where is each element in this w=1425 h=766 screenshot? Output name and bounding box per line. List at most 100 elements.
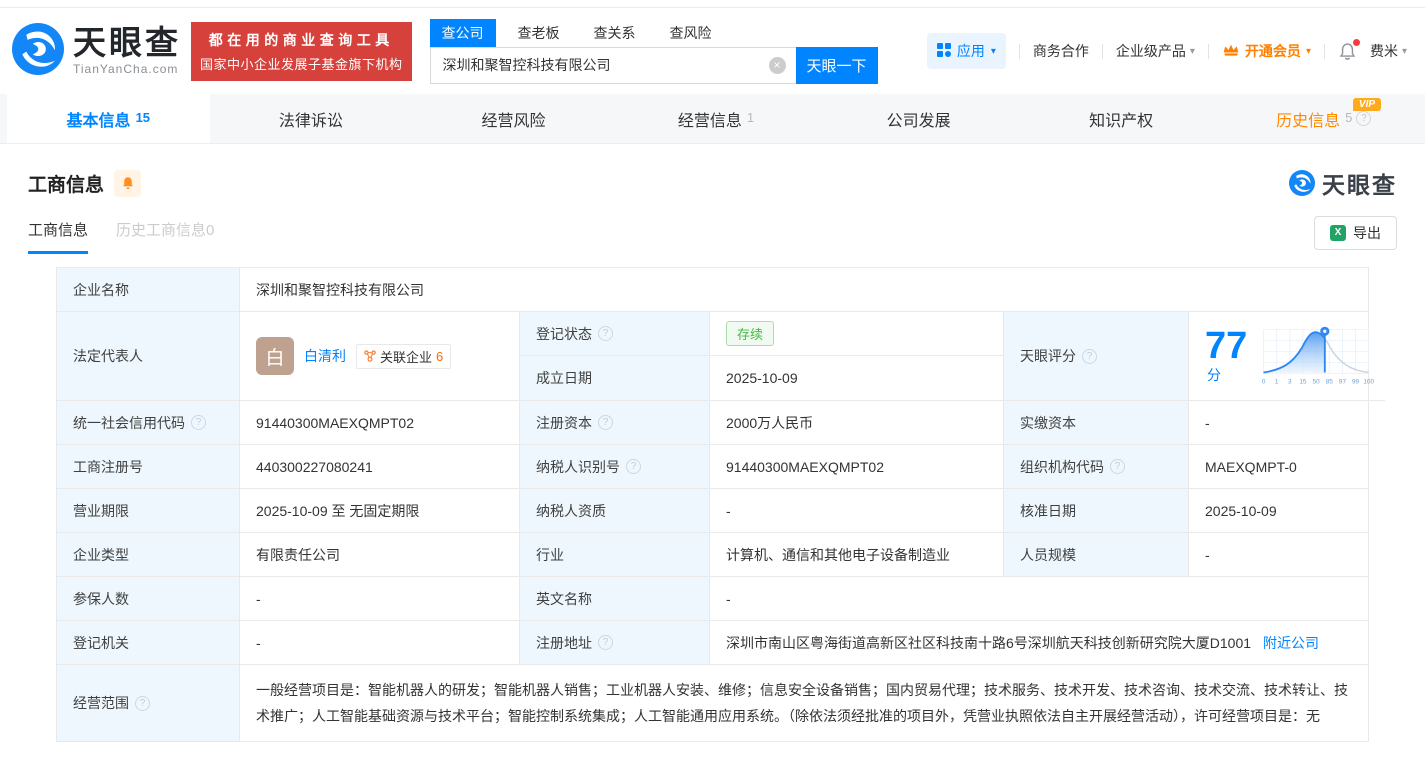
tab-history-info[interactable]: VIP 历史信息 5 ?	[1222, 94, 1425, 143]
apps-menu[interactable]: 应用 ▾	[926, 33, 1006, 69]
score-curve-chart: 0 1 3 15 50 85 97 99 100	[1262, 326, 1375, 385]
search-tab-relation[interactable]: 查关系	[582, 19, 648, 47]
nearby-companies-link[interactable]: 附近公司	[1263, 633, 1319, 653]
field-label: 经营范围?	[57, 665, 240, 741]
export-button[interactable]: X 导出	[1314, 216, 1397, 250]
insured-count-value: -	[240, 577, 520, 621]
tab-legal-litigation[interactable]: 法律诉讼	[210, 94, 413, 143]
username: 费米	[1369, 43, 1398, 59]
svg-text:1: 1	[1275, 378, 1279, 385]
table-row: 统一社会信用代码? 91440300MAEXQMPT02 注册资本? 2000万…	[57, 401, 1368, 445]
tab-label: 经营风险	[481, 112, 546, 130]
field-label: 核准日期	[1004, 489, 1189, 533]
field-label: 纳税人资质	[520, 489, 710, 533]
svg-text:3: 3	[1288, 378, 1292, 385]
related-companies-label: 关联企业	[380, 349, 433, 365]
apps-grid-icon	[936, 42, 951, 60]
watermark-logo: 天眼查	[1289, 166, 1397, 200]
search-tab-boss[interactable]: 查老板	[506, 19, 572, 47]
field-label: 纳税人识别号?	[520, 445, 710, 489]
help-icon[interactable]: ?	[598, 326, 613, 341]
field-label: 天眼评分?	[1004, 312, 1189, 401]
tab-count: 15	[135, 110, 151, 125]
field-label: 营业期限	[57, 489, 240, 533]
divider	[1323, 43, 1325, 59]
related-companies-count: 6	[436, 348, 444, 364]
svg-text:99: 99	[1352, 378, 1360, 385]
business-info-table: 企业名称 深圳和聚智控科技有限公司 法定代表人 白 白清利 关联企业 6 登记状…	[56, 267, 1386, 742]
company-tab-bar: 基本信息 15 法律诉讼 经营风险 经营信息 1 公司发展 知识产权 VIP 历…	[0, 94, 1425, 144]
registration-number-value: 440300227080241	[240, 445, 520, 489]
brand-domain: TianYanCha.com	[73, 62, 179, 76]
chevron-down-icon: ▾	[1189, 45, 1195, 57]
subtab-business-info[interactable]: 工商信息	[28, 219, 89, 254]
avatar[interactable]: 白	[256, 337, 294, 375]
help-icon[interactable]: ?	[598, 635, 613, 650]
table-row: 法定代表人 白 白清利 关联企业 6 登记状态? 存续 天眼评分 ? 77分 0…	[57, 312, 1386, 401]
tab-count: 5	[1345, 110, 1353, 125]
field-label: 注册地址?	[520, 621, 710, 665]
table-row: 企业名称 深圳和聚智控科技有限公司	[57, 268, 1368, 312]
header-nav: 应用 ▾ 商务合作 企业级产品 ▾ 开通会员 ▾ 费米 ▾	[926, 33, 1407, 69]
help-icon[interactable]: ?	[1356, 111, 1372, 126]
related-companies-badge[interactable]: 关联企业 6	[356, 343, 452, 369]
tab-label: 法律诉讼	[278, 112, 343, 130]
search-tabs: 查公司 查老板 查关系 查风险	[429, 18, 878, 47]
help-icon[interactable]: ?	[1082, 348, 1097, 364]
field-label: 工商注册号	[57, 445, 240, 489]
tab-label: 经营信息	[677, 112, 742, 130]
help-icon[interactable]: ?	[1110, 459, 1125, 474]
tab-operation-info[interactable]: 经营信息 1	[615, 94, 818, 143]
registered-capital-value: 2000万人民币	[710, 401, 1004, 445]
search-button[interactable]: 天眼一下	[795, 46, 878, 84]
field-label: 英文名称	[520, 577, 710, 621]
tab-basic-info[interactable]: 基本信息 15	[7, 94, 210, 143]
user-menu[interactable]: 费米 ▾	[1370, 41, 1407, 61]
registration-status-value: 存续	[710, 312, 1004, 356]
field-label: 企业名称	[57, 268, 240, 312]
section-title: 工商信息	[28, 174, 105, 196]
subscribe-bell-button[interactable]	[114, 169, 142, 197]
field-label: 成立日期	[520, 356, 710, 401]
help-icon[interactable]: ?	[598, 415, 613, 430]
vip-badge: VIP	[1352, 98, 1382, 111]
tianyancha-logo[interactable]: 天眼查 TianYanCha.com	[12, 22, 181, 80]
tab-label: 知识产权	[1089, 112, 1154, 130]
tab-company-development[interactable]: 公司发展	[817, 94, 1020, 143]
bell-icon	[122, 177, 133, 190]
divider	[1207, 43, 1209, 59]
network-icon	[364, 350, 376, 362]
field-label: 统一社会信用代码?	[57, 401, 240, 445]
field-label: 注册资本?	[520, 401, 710, 445]
divider	[1101, 43, 1103, 59]
score-cell: 77分 0 1 3 15 50 85 97 99 100	[1189, 312, 1386, 401]
enterprise-products-menu[interactable]: 企业级产品 ▾	[1116, 41, 1195, 61]
legal-rep-link[interactable]: 白清利	[304, 346, 346, 366]
help-icon[interactable]: ?	[191, 415, 206, 430]
help-icon[interactable]: ?	[135, 695, 150, 711]
search-tab-risk[interactable]: 查风险	[658, 19, 724, 47]
search-area: 查公司 查老板 查关系 查风险 × 天眼一下	[429, 18, 878, 84]
help-icon[interactable]: ?	[626, 459, 641, 474]
notifications-button[interactable]	[1338, 38, 1360, 61]
open-vip-menu[interactable]: 开通会员 ▾	[1222, 41, 1311, 61]
table-row: 工商注册号 440300227080241 纳税人识别号? 91440300MA…	[57, 445, 1368, 489]
svg-text:97: 97	[1339, 378, 1347, 385]
table-row: 登记机关 - 注册地址? 深圳市南山区粤海街道高新区社区科技南十路6号深圳航天科…	[57, 621, 1368, 665]
clear-search-icon[interactable]: ×	[768, 56, 786, 74]
search-input[interactable]	[429, 46, 796, 84]
company-name-value: 深圳和聚智控科技有限公司	[240, 268, 1368, 312]
tab-intellectual-property[interactable]: 知识产权	[1020, 94, 1223, 143]
tab-label: 基本信息	[66, 112, 131, 130]
credit-code-value: 91440300MAEXQMPT02	[240, 401, 520, 445]
field-label: 参保人数	[57, 577, 240, 621]
search-tab-company[interactable]: 查公司	[429, 18, 496, 47]
divider	[1018, 43, 1020, 59]
taxpayer-id-value: 91440300MAEXQMPT02	[710, 445, 1004, 489]
business-cooperation-link[interactable]: 商务合作	[1033, 41, 1089, 61]
tab-operation-risk[interactable]: 经营风险	[412, 94, 615, 143]
subtab-history-business-info[interactable]: 历史工商信息0	[116, 219, 214, 254]
status-badge: 存续	[726, 321, 775, 346]
tianyancha-logo-icon	[1289, 170, 1315, 196]
legal-rep-cell: 白 白清利 关联企业 6	[240, 312, 520, 401]
